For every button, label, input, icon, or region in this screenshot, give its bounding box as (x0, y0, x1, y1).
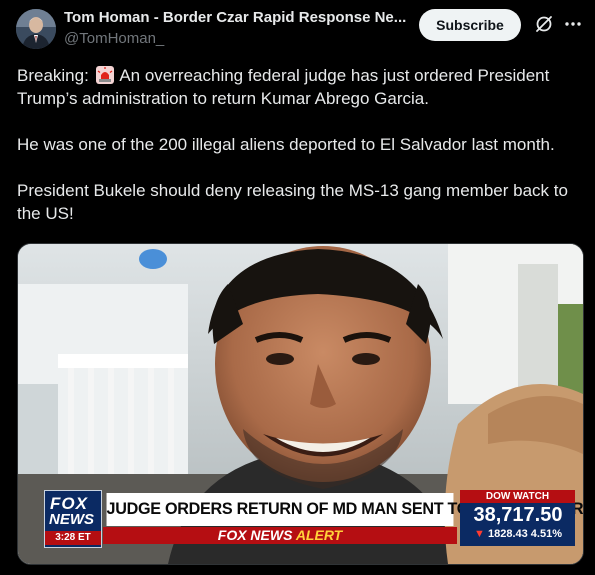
post-paragraph-2: He was one of the 200 illegal aliens dep… (17, 135, 555, 154)
fox-news-logo: FOX NEWS 3:28 ET (44, 490, 102, 548)
dow-watch-ticker: DOW WATCH 38,717.50 ▼ 1828.43 4.51% (460, 490, 575, 546)
rotating-light-icon (95, 66, 114, 84)
post-paragraph-3: President Bukele should deny releasing t… (17, 181, 568, 223)
fox-logo-bottom: NEWS (49, 511, 94, 528)
news-headline: JUDGE ORDERS RETURN OF MD MAN SENT TO EL… (106, 493, 583, 526)
down-arrow-icon: ▼ (474, 528, 485, 540)
breaking-label: Breaking: (17, 66, 94, 85)
alert-word: ALERT (295, 527, 343, 543)
post-header: Tom Homan - Border Czar Rapid Response N… (0, 0, 595, 56)
subscribe-button[interactable]: Subscribe (419, 9, 521, 41)
post-paragraph-1: Breaking: An overreaching federal judge … (17, 64, 582, 110)
dow-change-value: 1828.43 4.51% (487, 528, 562, 540)
avatar[interactable] (16, 9, 56, 49)
author-name[interactable]: Tom Homan - Border Czar Rapid Response N… (64, 9, 410, 26)
post-media[interactable]: FOX NEWS 3:28 ET JUDGE ORDERS RETURN OF … (17, 243, 584, 565)
more-options-icon[interactable] (563, 14, 583, 34)
author-handle[interactable]: @TomHoman_ (64, 30, 164, 47)
alert-brand: FOX NEWS (217, 527, 293, 543)
post-text: Breaking: An overreaching federal judge … (17, 64, 582, 248)
news-lower-third: FOX NEWS 3:28 ET JUDGE ORDERS RETURN OF … (44, 490, 583, 548)
fox-news-alert-bar: FOX NEWS ALERT (103, 527, 457, 544)
broadcast-time: 3:28 ET (45, 531, 101, 545)
avatar-portrait (16, 9, 56, 49)
grok-icon[interactable] (534, 14, 554, 34)
dow-label: DOW WATCH (460, 490, 575, 503)
dow-change: ▼ 1828.43 4.51% (464, 528, 572, 540)
dow-value: 38,717.50 (473, 504, 563, 526)
